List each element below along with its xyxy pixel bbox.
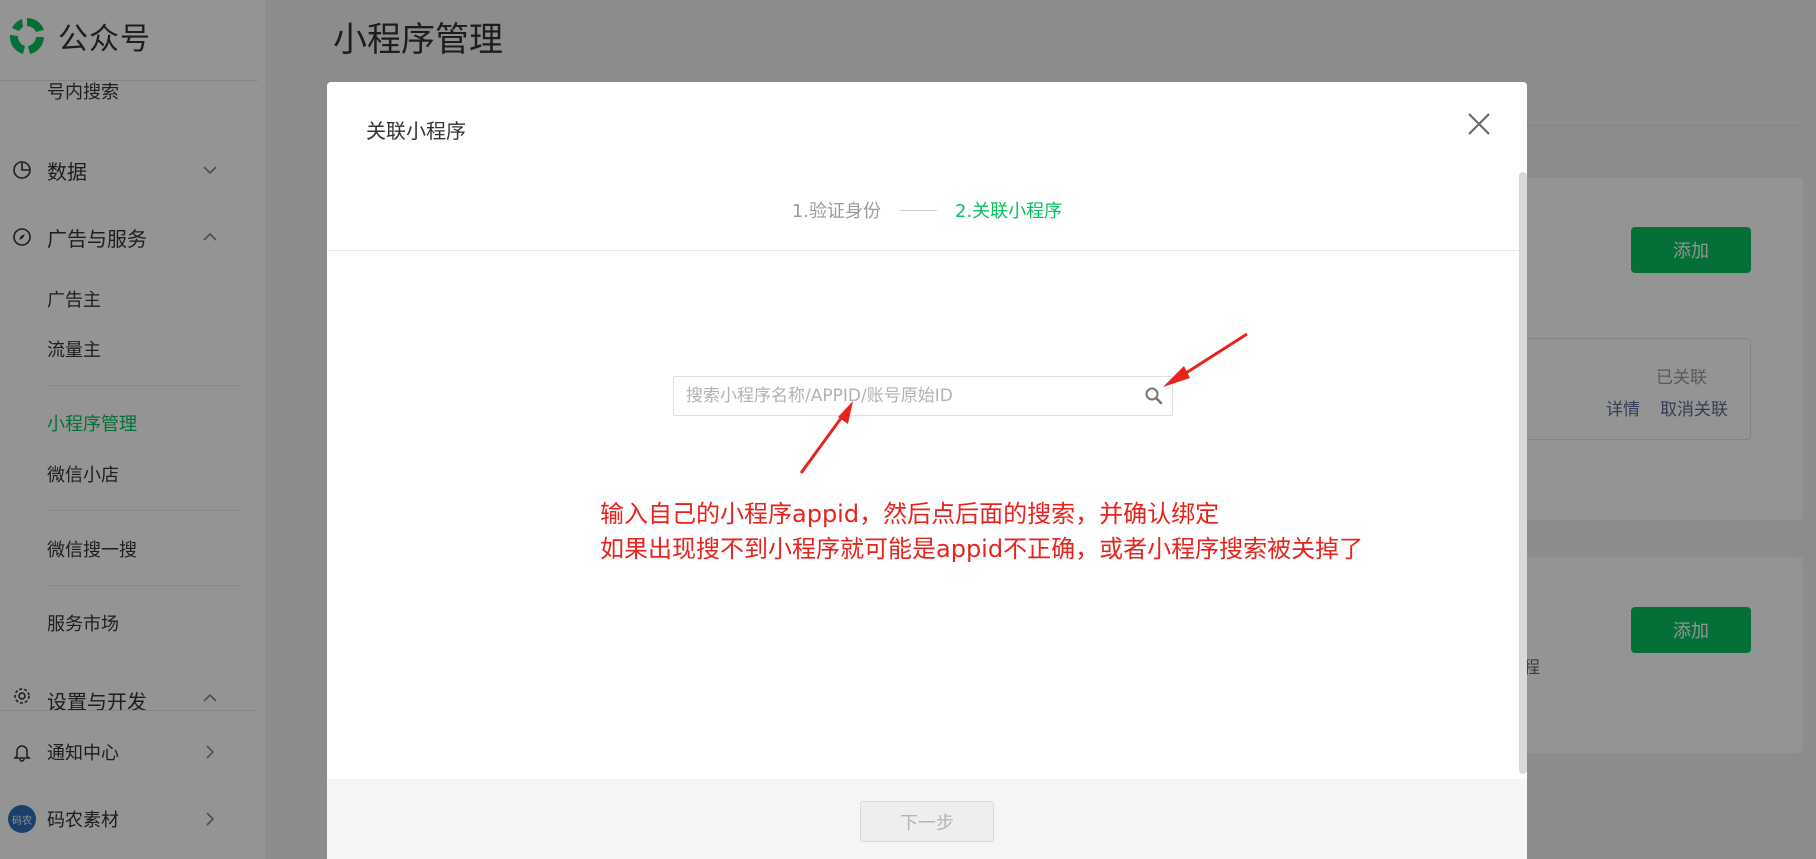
search-box [673,376,1173,416]
step-verify: 1.验证身份 [791,201,881,222]
dialog-title: 关联小程序 [366,119,466,143]
step-link: 2.关联小程序 [955,201,1063,222]
link-miniprogram-dialog: 关联小程序 1.验证身份 2.关联小程序 输入自己的小程序appid，然后点后面… [327,82,1527,859]
scrollbar[interactable] [1519,172,1527,774]
next-step-button[interactable]: 下一步 [860,801,994,842]
search-icon[interactable] [1144,386,1164,406]
close-icon[interactable] [1462,107,1496,141]
dialog-footer: 下一步 [327,779,1527,859]
annotation-line-2: 如果出现搜不到小程序就可能是appid不正确，或者小程序搜索被关掉了 [600,535,1364,563]
step-connector [899,209,937,211]
search-input[interactable] [674,377,1114,415]
annotation-line-1: 输入自己的小程序appid，然后点后面的搜索，并确认绑定 [600,500,1220,528]
divider [327,250,1527,251]
step-indicator: 1.验证身份 2.关联小程序 [327,197,1527,223]
